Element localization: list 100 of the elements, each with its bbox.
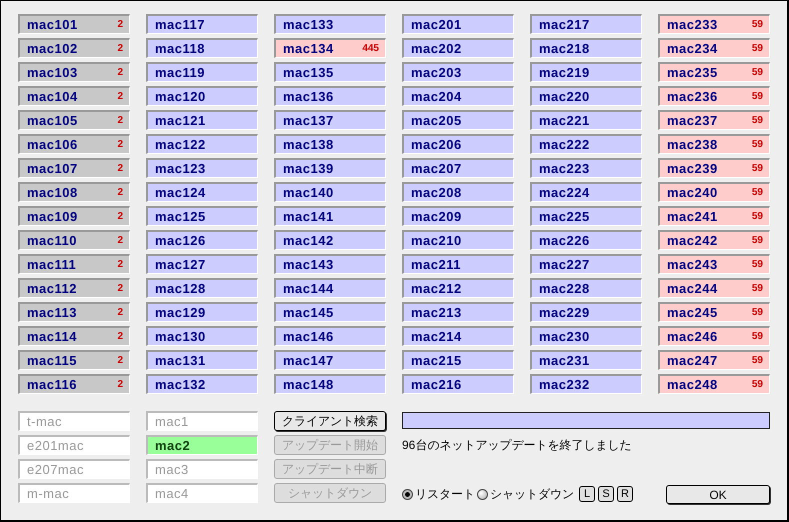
machine-name: mac119	[155, 64, 205, 82]
mode-button[interactable]: S	[598, 486, 614, 502]
machine-name: mac248	[667, 376, 718, 394]
machine-name: mac204	[411, 88, 462, 106]
machine-name: mac129	[155, 304, 206, 322]
machine-name: mac245	[667, 304, 718, 322]
machine-name: mac110	[27, 232, 77, 250]
machine-name: mac143	[283, 256, 334, 274]
ok-button[interactable]: OK	[666, 484, 770, 504]
machine-name: mac102	[27, 40, 78, 58]
input-field[interactable]: mac4	[146, 483, 258, 503]
machine-name: mac116	[27, 376, 77, 394]
input-field[interactable]: e207mac	[18, 459, 130, 479]
machine-name: mac235	[667, 64, 718, 82]
machine-name: mac236	[667, 88, 718, 106]
machine-name: mac130	[155, 328, 206, 346]
status-message: 96台のネットアップデートを終了しました	[402, 437, 632, 453]
mode-button[interactable]: R	[617, 486, 633, 502]
machine-name: mac127	[155, 256, 206, 274]
input-field[interactable]: t-mac	[18, 411, 130, 431]
error-count: 2	[117, 354, 123, 368]
error-count: 2	[117, 42, 123, 56]
input-field[interactable]: mac3	[146, 459, 258, 479]
error-count: 59	[752, 66, 763, 80]
input-field[interactable]: e201mac	[18, 435, 130, 455]
machine-name: mac139	[283, 160, 334, 178]
radio-button[interactable]	[477, 488, 488, 500]
machine-name: mac201	[411, 16, 462, 34]
radio-label[interactable]: シャットダウン	[490, 485, 574, 503]
machine-name: mac232	[539, 376, 590, 394]
machine-name: mac115	[27, 352, 77, 370]
error-count: 59	[752, 90, 763, 104]
machine-name: mac117	[155, 16, 205, 34]
machine-name: mac244	[667, 280, 718, 298]
error-count: 2	[117, 282, 123, 296]
machine-name: mac137	[283, 112, 334, 130]
error-count: 2	[117, 90, 123, 104]
input-field[interactable]: mac2	[146, 435, 258, 455]
machine-name: mac207	[411, 160, 462, 178]
mode-button[interactable]: L	[579, 486, 595, 502]
error-count: 2	[117, 330, 123, 344]
error-count: 59	[752, 18, 763, 32]
input-field[interactable]: m-mac	[18, 483, 130, 503]
machine-name: mac241	[667, 208, 718, 226]
machine-name: mac140	[283, 184, 334, 202]
machine-name: mac209	[411, 208, 462, 226]
machine-name: mac101	[27, 16, 78, 34]
machine-name: mac136	[283, 88, 334, 106]
machine-name: mac108	[27, 184, 78, 202]
error-count: 59	[752, 114, 763, 128]
machine-name: mac246	[667, 328, 718, 346]
input-field[interactable]: mac1	[146, 411, 258, 431]
error-count: 2	[117, 186, 123, 200]
machine-name: mac112	[27, 280, 77, 298]
machine-name: mac211	[411, 256, 461, 274]
machine-name: mac121	[155, 112, 206, 130]
machine-name: mac233	[667, 16, 718, 34]
error-count: 2	[117, 306, 123, 320]
machine-name: mac228	[539, 280, 590, 298]
error-count: 59	[752, 138, 763, 152]
machine-name: mac217	[539, 16, 590, 34]
error-count: 59	[752, 378, 763, 392]
machine-name: mac126	[155, 232, 206, 250]
machine-name: mac131	[155, 352, 206, 370]
machine-name: mac229	[539, 304, 590, 322]
action-button[interactable]: クライアント検索	[274, 411, 386, 431]
machine-name: mac147	[283, 352, 334, 370]
machine-name: mac135	[283, 64, 334, 82]
machine-name: mac125	[155, 208, 206, 226]
machine-name: mac144	[283, 280, 334, 298]
machine-name: mac222	[539, 136, 590, 154]
radio-label[interactable]: リスタート	[415, 485, 475, 503]
machine-name: mac206	[411, 136, 462, 154]
machine-name: mac231	[539, 352, 590, 370]
error-count: 59	[752, 234, 763, 248]
machine-name: mac210	[411, 232, 462, 250]
machine-name: mac109	[27, 208, 78, 226]
machine-name: mac134	[283, 40, 334, 58]
error-count: 2	[117, 138, 123, 152]
machine-name: mac132	[155, 376, 206, 394]
machine-name: mac138	[283, 136, 334, 154]
machine-name: mac142	[283, 232, 334, 250]
machine-name: mac218	[539, 40, 590, 58]
error-count: 2	[117, 114, 123, 128]
machine-name: mac212	[411, 280, 462, 298]
machine-name: mac230	[539, 328, 590, 346]
machine-name: mac105	[27, 112, 78, 130]
machine-name: mac113	[27, 304, 77, 322]
error-count: 59	[752, 186, 763, 200]
radio-button[interactable]	[402, 488, 413, 500]
machine-name: mac133	[283, 16, 334, 34]
machine-name: mac123	[155, 160, 206, 178]
machine-name: mac141	[283, 208, 334, 226]
machine-name: mac223	[539, 160, 590, 178]
machine-name: mac239	[667, 160, 718, 178]
machine-name: mac202	[411, 40, 462, 58]
machine-name: mac203	[411, 64, 462, 82]
machine-name: mac247	[667, 352, 718, 370]
machine-name: mac146	[283, 328, 334, 346]
machine-name: mac225	[539, 208, 590, 226]
